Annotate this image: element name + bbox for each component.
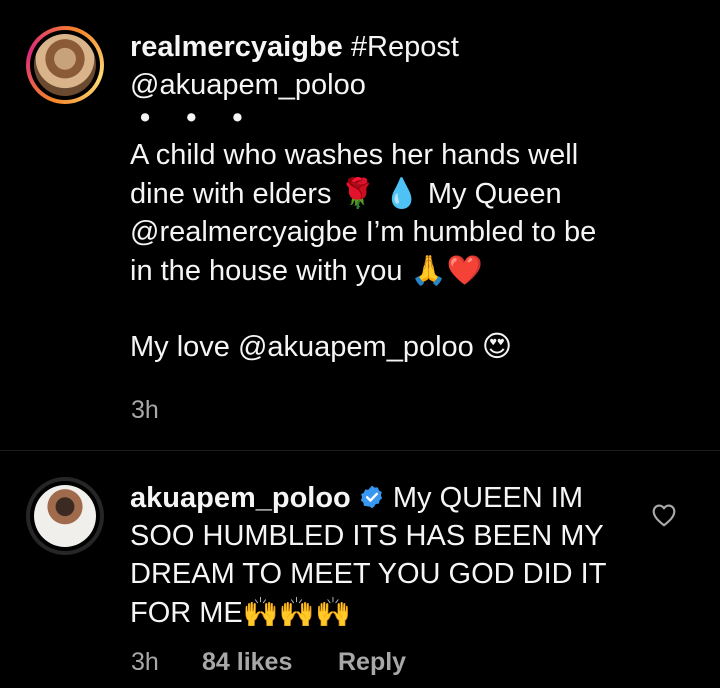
- username[interactable]: akuapem_poloo: [130, 482, 351, 514]
- comment-text: FOR ME: [130, 597, 243, 629]
- comment-text: My love @akuapem_poloo: [130, 331, 482, 363]
- reply-button[interactable]: Reply: [338, 648, 406, 677]
- comment-text: in the house with you: [130, 255, 411, 287]
- comment-line: dine with elders 🌹 💧 My Queen: [130, 174, 596, 213]
- comment-line: DREAM TO MEET YOU GOD DID IT: [130, 558, 607, 590]
- verified-badge-icon: [360, 485, 382, 509]
- comment-line: A child who washes her hands well: [130, 139, 579, 171]
- ellipsis-dots: • • •: [140, 102, 257, 134]
- comment-text: My QUEEN IM: [384, 482, 584, 514]
- comment-line: akuapem_poloo My QUEEN IM: [130, 479, 606, 517]
- comment-line: in the house with you 🙏❤️: [130, 251, 596, 290]
- hashtag-link[interactable]: #Repost: [351, 31, 459, 63]
- mention-link[interactable]: @akuapem_poloo: [130, 66, 596, 104]
- comment-timestamp: 3h: [131, 396, 159, 424]
- avatar: [34, 485, 96, 547]
- avatar-story-ring[interactable]: [26, 26, 104, 104]
- divider: [0, 450, 720, 451]
- comment-text: dine with elders: [130, 178, 340, 210]
- comment-timestamp: 3h: [131, 648, 159, 676]
- username[interactable]: realmercyaigbe: [130, 31, 343, 63]
- heart-outline-icon[interactable]: [651, 503, 677, 527]
- pray-heart-icon: 🙏❤️: [410, 253, 483, 287]
- comment-text: My Queen: [419, 178, 562, 210]
- avatar-gap: [30, 481, 100, 551]
- rose-icon: 🌹: [339, 176, 376, 210]
- raised-hands-icon: 🙌🙌🙌: [242, 595, 352, 629]
- comment-line: SOO HUMBLED ITS HAS BEEN MY: [130, 520, 604, 552]
- comment-line: FOR ME🙌🙌🙌: [130, 593, 606, 632]
- comment-line: @realmercyaigbe I’m humbled to be: [130, 216, 597, 248]
- comment-body: akuapem_poloo My QUEEN IM SOO HUMBLED IT…: [130, 479, 606, 632]
- comment-body: realmercyaigbe #Repost @akuapem_poloo • …: [130, 28, 596, 366]
- likes-count-link[interactable]: 84 likes: [202, 648, 292, 677]
- droplet-icon: 💧: [383, 176, 420, 210]
- avatar: [34, 34, 96, 96]
- avatar-ring[interactable]: [26, 477, 104, 555]
- avatar-gap: [30, 30, 100, 100]
- comment-header-line: realmercyaigbe #Repost: [130, 28, 596, 66]
- comment-line: My love @akuapem_poloo 😍: [130, 327, 596, 366]
- heart-eyes-icon: 😍: [481, 329, 513, 363]
